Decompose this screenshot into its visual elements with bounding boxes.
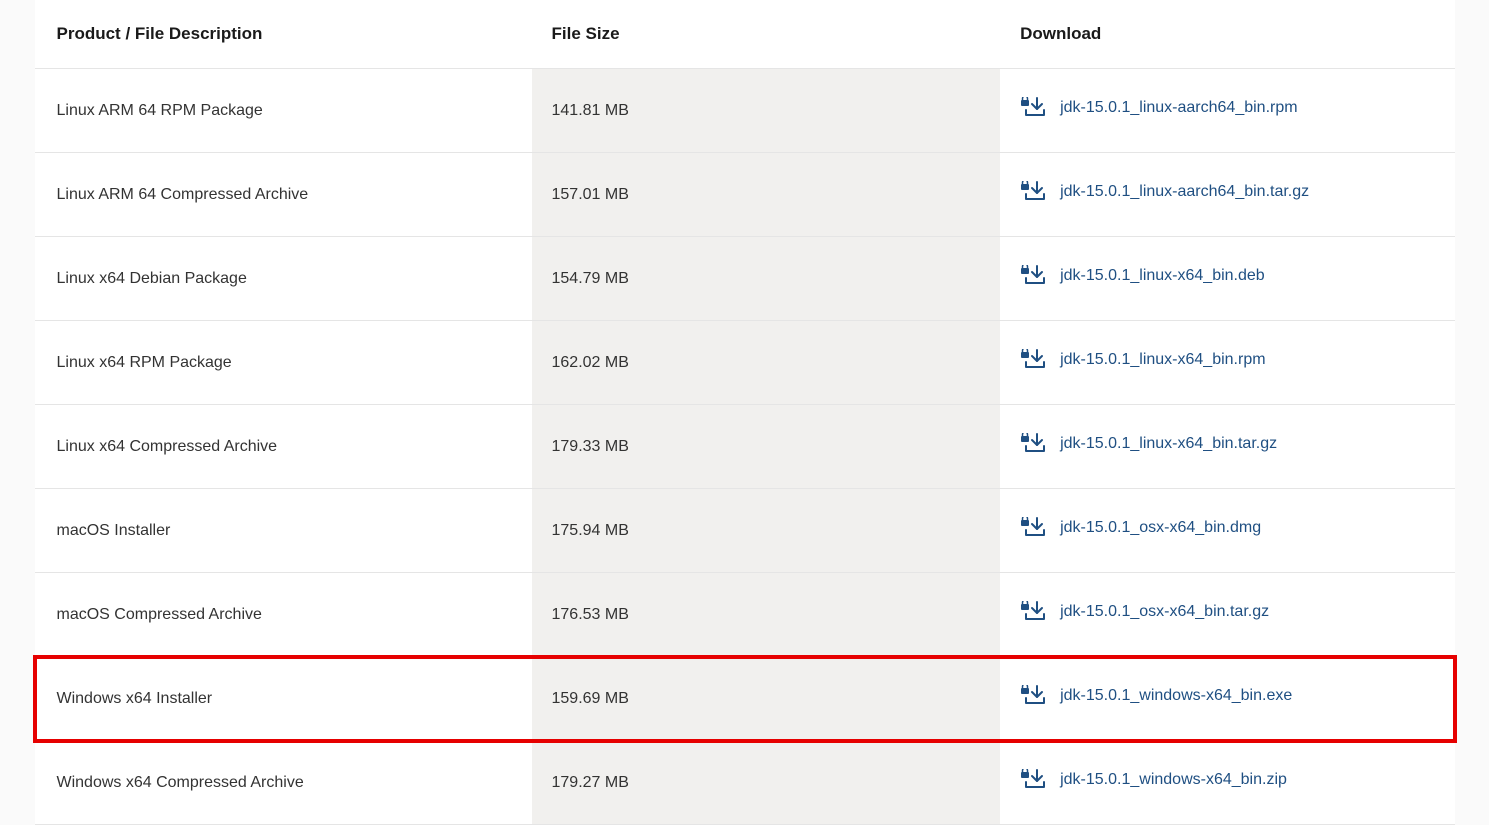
- product-cell: Linux x64 RPM Package: [35, 321, 532, 405]
- product-cell: macOS Installer: [35, 489, 532, 573]
- download-cell: jdk-15.0.1_linux-x64_bin.tar.gz: [1000, 405, 1454, 489]
- download-filename: jdk-15.0.1_linux-x64_bin.deb: [1060, 267, 1265, 285]
- size-cell: 175.94 MB: [532, 489, 1001, 573]
- product-cell: macOS Compressed Archive: [35, 573, 532, 657]
- table-row: Linux x64 Debian Package154.79 MB jdk-15…: [35, 237, 1455, 321]
- header-download: Download: [1000, 0, 1454, 69]
- download-cell: jdk-15.0.1_linux-x64_bin.rpm: [1000, 321, 1454, 405]
- download-filename: jdk-15.0.1_windows-x64_bin.exe: [1060, 687, 1292, 705]
- download-cell: jdk-15.0.1_osx-x64_bin.dmg: [1000, 489, 1454, 573]
- download-link[interactable]: jdk-15.0.1_windows-x64_bin.exe: [1020, 685, 1292, 707]
- size-cell: 179.27 MB: [532, 741, 1001, 825]
- downloads-table: Product / File Description File Size Dow…: [35, 0, 1455, 825]
- download-link[interactable]: jdk-15.0.1_osx-x64_bin.dmg: [1020, 517, 1261, 539]
- download-link[interactable]: jdk-15.0.1_linux-aarch64_bin.rpm: [1020, 97, 1297, 119]
- download-cell: jdk-15.0.1_linux-aarch64_bin.tar.gz: [1000, 153, 1454, 237]
- download-link[interactable]: jdk-15.0.1_osx-x64_bin.tar.gz: [1020, 601, 1269, 623]
- download-filename: jdk-15.0.1_linux-x64_bin.rpm: [1060, 351, 1265, 369]
- download-cell: jdk-15.0.1_linux-x64_bin.deb: [1000, 237, 1454, 321]
- header-product: Product / File Description: [35, 0, 532, 69]
- download-filename: jdk-15.0.1_osx-x64_bin.tar.gz: [1060, 603, 1269, 621]
- download-filename: jdk-15.0.1_linux-aarch64_bin.rpm: [1060, 99, 1297, 117]
- size-cell: 159.69 MB: [532, 657, 1001, 741]
- download-lock-icon: [1020, 769, 1046, 791]
- size-cell: 141.81 MB: [532, 69, 1001, 153]
- downloads-panel: Product / File Description File Size Dow…: [35, 0, 1455, 825]
- product-cell: Linux x64 Debian Package: [35, 237, 532, 321]
- download-link[interactable]: jdk-15.0.1_windows-x64_bin.zip: [1020, 769, 1287, 791]
- table-row: Linux x64 RPM Package162.02 MB jdk-15.0.…: [35, 321, 1455, 405]
- download-lock-icon: [1020, 517, 1046, 539]
- download-cell: jdk-15.0.1_windows-x64_bin.exe: [1000, 657, 1454, 741]
- size-cell: 154.79 MB: [532, 237, 1001, 321]
- download-filename: jdk-15.0.1_windows-x64_bin.zip: [1060, 771, 1287, 789]
- download-link[interactable]: jdk-15.0.1_linux-x64_bin.tar.gz: [1020, 433, 1277, 455]
- download-link[interactable]: jdk-15.0.1_linux-aarch64_bin.tar.gz: [1020, 181, 1309, 203]
- download-lock-icon: [1020, 685, 1046, 707]
- size-cell: 157.01 MB: [532, 153, 1001, 237]
- download-lock-icon: [1020, 181, 1046, 203]
- size-cell: 176.53 MB: [532, 573, 1001, 657]
- download-lock-icon: [1020, 97, 1046, 119]
- table-header-row: Product / File Description File Size Dow…: [35, 0, 1455, 69]
- table-row: macOS Installer175.94 MB jdk-15.0.1_osx-…: [35, 489, 1455, 573]
- download-link[interactable]: jdk-15.0.1_linux-x64_bin.deb: [1020, 265, 1265, 287]
- table-row: macOS Compressed Archive176.53 MB jdk-15…: [35, 573, 1455, 657]
- download-cell: jdk-15.0.1_linux-aarch64_bin.rpm: [1000, 69, 1454, 153]
- table-row: Linux ARM 64 Compressed Archive157.01 MB…: [35, 153, 1455, 237]
- download-filename: jdk-15.0.1_osx-x64_bin.dmg: [1060, 519, 1261, 537]
- download-link[interactable]: jdk-15.0.1_linux-x64_bin.rpm: [1020, 349, 1265, 371]
- size-cell: 162.02 MB: [532, 321, 1001, 405]
- product-cell: Windows x64 Compressed Archive: [35, 741, 532, 825]
- download-lock-icon: [1020, 349, 1046, 371]
- download-lock-icon: [1020, 265, 1046, 287]
- table-row: Windows x64 Installer159.69 MB jdk-15.0.…: [35, 657, 1455, 741]
- product-cell: Linux ARM 64 RPM Package: [35, 69, 532, 153]
- download-lock-icon: [1020, 601, 1046, 623]
- header-size: File Size: [532, 0, 1001, 69]
- product-cell: Linux x64 Compressed Archive: [35, 405, 532, 489]
- table-row: Linux x64 Compressed Archive179.33 MB jd…: [35, 405, 1455, 489]
- download-filename: jdk-15.0.1_linux-x64_bin.tar.gz: [1060, 435, 1277, 453]
- download-cell: jdk-15.0.1_osx-x64_bin.tar.gz: [1000, 573, 1454, 657]
- download-lock-icon: [1020, 433, 1046, 455]
- product-cell: Linux ARM 64 Compressed Archive: [35, 153, 532, 237]
- table-row: Linux ARM 64 RPM Package141.81 MB jdk-15…: [35, 69, 1455, 153]
- download-filename: jdk-15.0.1_linux-aarch64_bin.tar.gz: [1060, 183, 1309, 201]
- product-cell: Windows x64 Installer: [35, 657, 532, 741]
- size-cell: 179.33 MB: [532, 405, 1001, 489]
- table-row: Windows x64 Compressed Archive179.27 MB …: [35, 741, 1455, 825]
- download-cell: jdk-15.0.1_windows-x64_bin.zip: [1000, 741, 1454, 825]
